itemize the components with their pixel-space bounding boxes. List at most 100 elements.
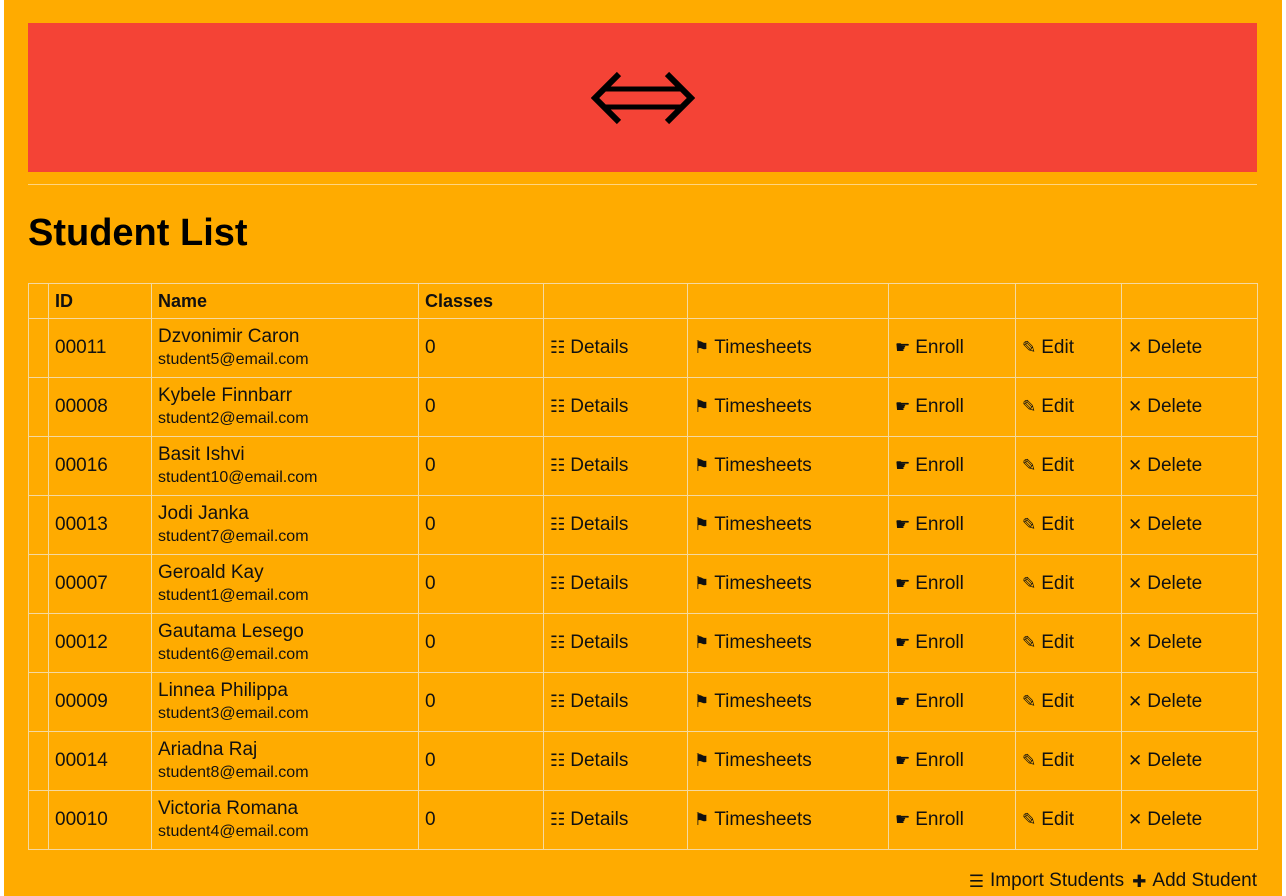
student-name-cell: Basit Ishvi student10@email.com	[151, 436, 419, 496]
details-label: Details	[570, 808, 629, 830]
details-button[interactable]: ☷ Details	[550, 750, 628, 772]
edit-button[interactable]: ✎ Edit	[1022, 573, 1074, 595]
table-row: 00009 Linnea Philippa student3@email.com 0 ☷…	[28, 672, 1258, 732]
student-email: student1@email.com	[158, 587, 309, 604]
enroll-button[interactable]: ☛ Enroll	[895, 573, 964, 595]
timesheets-button[interactable]: ⚑ Timesheets	[694, 632, 812, 654]
student-name: Ariadna Raj	[158, 739, 258, 760]
column-header	[1015, 283, 1122, 319]
edit-button[interactable]: ✎ Edit	[1022, 750, 1074, 772]
enroll-button[interactable]: ☛ Enroll	[895, 337, 964, 359]
action-cell: ☛ Enroll	[888, 377, 1016, 437]
action-cell: ☷ Details	[543, 672, 688, 732]
action-cell: ☛ Enroll	[888, 672, 1016, 732]
add-student-button[interactable]: ✚ Add Student	[1132, 870, 1257, 892]
delete-button[interactable]: ✕ Delete	[1128, 337, 1202, 359]
student-name: Basit Ishvi	[158, 444, 245, 465]
enroll-button[interactable]: ☛ Enroll	[895, 514, 964, 536]
pointing-hand-icon: ☛	[895, 456, 911, 476]
enroll-button[interactable]: ☛ Enroll	[895, 750, 964, 772]
details-button[interactable]: ☷ Details	[550, 455, 628, 477]
student-id: 00009	[48, 672, 152, 732]
close-icon: ✕	[1128, 692, 1143, 712]
timesheets-label: Timesheets	[714, 631, 812, 653]
close-icon: ✕	[1128, 338, 1143, 358]
student-id: 00008	[48, 377, 152, 437]
edit-label: Edit	[1041, 690, 1074, 712]
edit-button[interactable]: ✎ Edit	[1022, 809, 1074, 831]
delete-button[interactable]: ✕ Delete	[1128, 750, 1202, 772]
close-icon: ✕	[1128, 574, 1143, 594]
delete-button[interactable]: ✕ Delete	[1128, 514, 1202, 536]
action-cell: ✎ Edit	[1015, 790, 1122, 850]
timesheets-button[interactable]: ⚑ Timesheets	[694, 691, 812, 713]
row-selector-cell	[28, 731, 49, 791]
edit-button[interactable]: ✎ Edit	[1022, 691, 1074, 713]
enroll-button[interactable]: ☛ Enroll	[895, 455, 964, 477]
details-list-icon: ☷	[550, 810, 566, 830]
timesheets-button[interactable]: ⚑ Timesheets	[694, 455, 812, 477]
delete-label: Delete	[1147, 395, 1203, 417]
details-label: Details	[570, 631, 629, 653]
delete-button[interactable]: ✕ Delete	[1128, 573, 1202, 595]
timesheets-button[interactable]: ⚑ Timesheets	[694, 573, 812, 595]
delete-button[interactable]: ✕ Delete	[1128, 455, 1202, 477]
timesheets-button[interactable]: ⚑ Timesheets	[694, 396, 812, 418]
action-cell: ✎ Edit	[1015, 377, 1122, 437]
divider	[28, 184, 1257, 185]
edit-button[interactable]: ✎ Edit	[1022, 455, 1074, 477]
edit-button[interactable]: ✎ Edit	[1022, 632, 1074, 654]
details-button[interactable]: ☷ Details	[550, 396, 628, 418]
edit-button[interactable]: ✎ Edit	[1022, 396, 1074, 418]
edit-button[interactable]: ✎ Edit	[1022, 337, 1074, 359]
details-button[interactable]: ☷ Details	[550, 514, 628, 536]
timesheets-label: Timesheets	[714, 395, 812, 417]
enroll-button[interactable]: ☛ Enroll	[895, 691, 964, 713]
details-button[interactable]: ☷ Details	[550, 337, 628, 359]
delete-button[interactable]: ✕ Delete	[1128, 396, 1202, 418]
edit-button[interactable]: ✎ Edit	[1022, 514, 1074, 536]
pencil-icon: ✎	[1022, 810, 1037, 830]
timesheets-button[interactable]: ⚑ Timesheets	[694, 337, 812, 359]
enroll-label: Enroll	[915, 808, 964, 830]
import-students-button[interactable]: ☰ Import Students	[969, 870, 1124, 892]
timesheets-button[interactable]: ⚑ Timesheets	[694, 809, 812, 831]
table-row: 00008 Kybele Finnbarr student2@email.com 0 ☷…	[28, 377, 1258, 437]
action-cell: ☛ Enroll	[888, 613, 1016, 673]
student-name: Jodi Janka	[158, 503, 249, 524]
enroll-button[interactable]: ☛ Enroll	[895, 809, 964, 831]
enroll-label: Enroll	[915, 513, 964, 535]
action-cell: ☷ Details	[543, 613, 688, 673]
details-list-icon: ☷	[550, 574, 566, 594]
action-cell: ☛ Enroll	[888, 731, 1016, 791]
timesheets-button[interactable]: ⚑ Timesheets	[694, 514, 812, 536]
student-name-cell: Kybele Finnbarr student2@email.com	[151, 377, 419, 437]
enroll-button[interactable]: ☛ Enroll	[895, 632, 964, 654]
enroll-button[interactable]: ☛ Enroll	[895, 396, 964, 418]
delete-button[interactable]: ✕ Delete	[1128, 809, 1202, 831]
delete-button[interactable]: ✕ Delete	[1128, 632, 1202, 654]
student-email: student2@email.com	[158, 410, 309, 427]
action-cell: ☛ Enroll	[888, 318, 1016, 378]
student-classes: 0	[418, 318, 544, 378]
action-cell: ✎ Edit	[1015, 554, 1122, 614]
edit-label: Edit	[1041, 808, 1074, 830]
details-button[interactable]: ☷ Details	[550, 573, 628, 595]
action-cell: ✕ Delete	[1121, 554, 1258, 614]
timesheets-label: Timesheets	[714, 454, 812, 476]
delete-button[interactable]: ✕ Delete	[1128, 691, 1202, 713]
student-name: Dzvonimir Caron	[158, 326, 300, 347]
details-button[interactable]: ☷ Details	[550, 809, 628, 831]
flag-icon: ⚑	[694, 515, 710, 535]
flag-icon: ⚑	[694, 810, 710, 830]
pointing-hand-icon: ☛	[895, 692, 911, 712]
close-icon: ✕	[1128, 751, 1143, 771]
pencil-icon: ✎	[1022, 515, 1037, 535]
details-label: Details	[570, 513, 629, 535]
details-button[interactable]: ☷ Details	[550, 632, 628, 654]
pointing-hand-icon: ☛	[895, 633, 911, 653]
delete-label: Delete	[1147, 631, 1203, 653]
student-name-cell: Ariadna Raj student8@email.com	[151, 731, 419, 791]
timesheets-button[interactable]: ⚑ Timesheets	[694, 750, 812, 772]
details-button[interactable]: ☷ Details	[550, 691, 628, 713]
